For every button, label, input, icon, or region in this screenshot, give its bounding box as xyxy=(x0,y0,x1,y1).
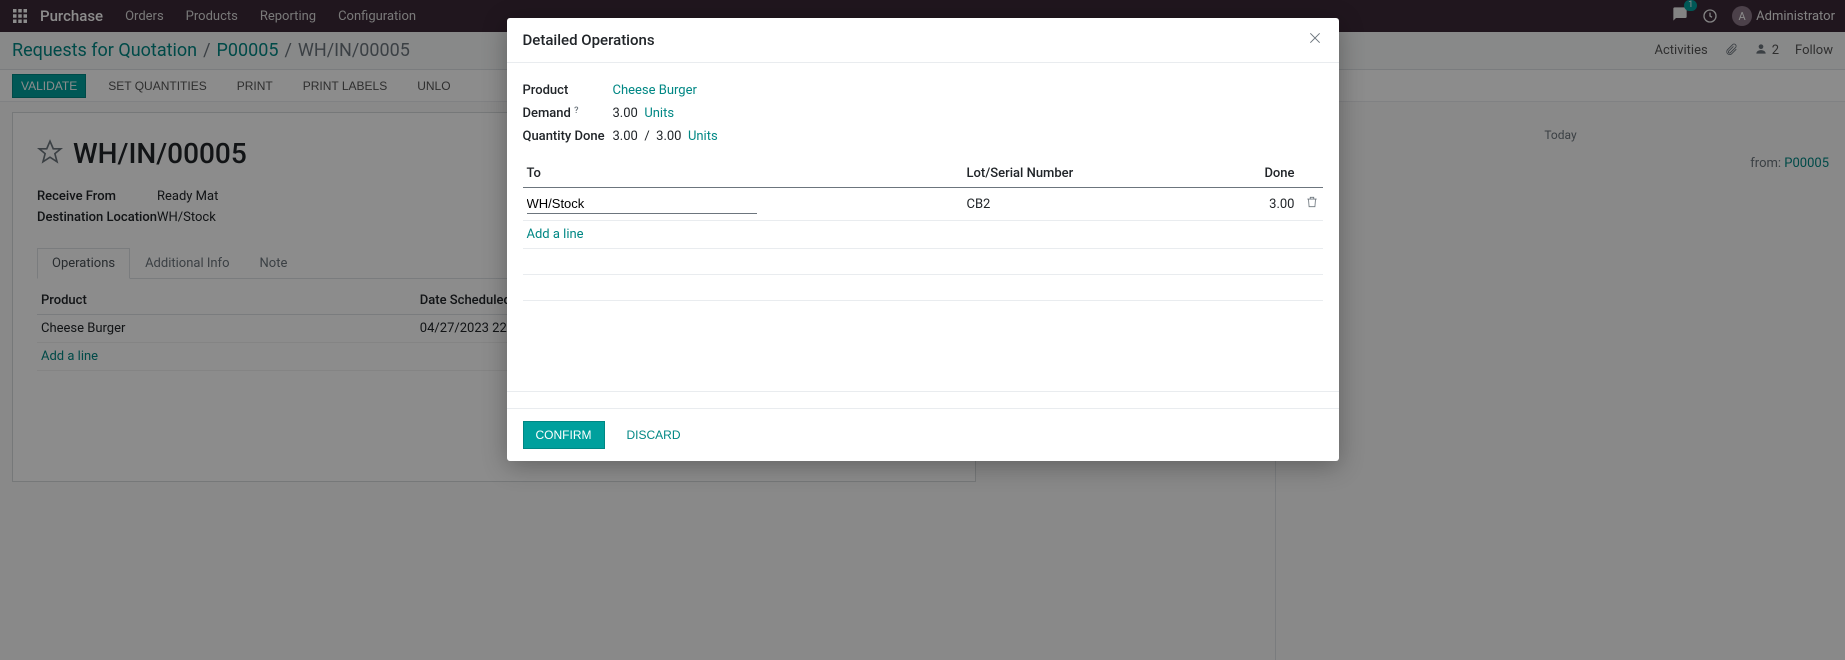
demand-help-icon[interactable]: ? xyxy=(574,106,578,116)
qty-done-value: 3.00 / 3.00 Units xyxy=(613,129,718,144)
col-lot: Lot/Serial Number xyxy=(963,160,1203,188)
close-icon[interactable] xyxy=(1307,30,1323,50)
confirm-button[interactable]: Confirm xyxy=(523,421,605,449)
product-label: Product xyxy=(523,83,613,98)
lot-cell[interactable]: CB2 xyxy=(963,188,1203,221)
detailed-operations-modal: Detailed Operations Product Cheese Burge… xyxy=(507,18,1339,461)
demand-value: 3.00 Units xyxy=(613,106,675,121)
modal-table-row[interactable]: CB2 3.00 xyxy=(523,188,1323,221)
to-input[interactable] xyxy=(527,194,757,214)
modal-add-line[interactable]: Add a line xyxy=(527,227,584,242)
product-value[interactable]: Cheese Burger xyxy=(613,83,697,98)
col-to: To xyxy=(523,160,963,188)
col-done: Done xyxy=(1203,160,1299,188)
qty-done-label: Quantity Done xyxy=(523,129,613,144)
modal-table: To Lot/Serial Number Done CB2 3.00 Add a… xyxy=(523,160,1323,301)
modal-overlay: Detailed Operations Product Cheese Burge… xyxy=(0,0,1845,660)
modal-title: Detailed Operations xyxy=(523,31,655,49)
trash-icon[interactable] xyxy=(1305,198,1319,213)
discard-button[interactable]: Discard xyxy=(615,421,693,449)
done-cell[interactable]: 3.00 xyxy=(1203,188,1299,221)
demand-label: Demand ? xyxy=(523,106,613,121)
